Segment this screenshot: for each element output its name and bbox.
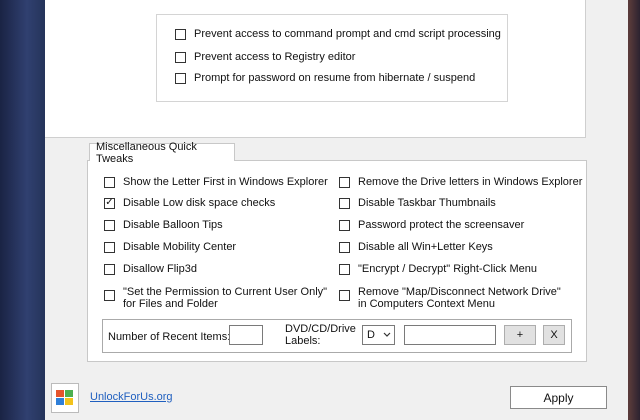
label-line: DVD/CD/Drive xyxy=(285,323,356,335)
label-line: for Files and Folder xyxy=(123,298,218,310)
recent-items-input[interactable] xyxy=(229,325,263,345)
recent-items-group: Number of Recent Items: DVD/CD/Drive Lab… xyxy=(102,319,572,353)
option-taskbar-thumbnails[interactable]: Disable Taskbar Thumbnails xyxy=(339,197,496,209)
option-label: Disable Taskbar Thumbnails xyxy=(358,197,496,209)
chevron-down-icon xyxy=(383,332,391,337)
option-label: "Set the Permission to Current User Only… xyxy=(123,286,327,310)
label-line: Remove "Map/Disconnect Network Drive" xyxy=(358,286,561,298)
recent-items-label: Number of Recent Items: xyxy=(108,331,231,343)
option-label: Disable Balloon Tips xyxy=(123,219,223,231)
checkbox[interactable] xyxy=(339,263,350,275)
remove-drive-label-button[interactable]: X xyxy=(543,325,565,345)
option-hibernate-password[interactable]: Prompt for password on resume from hiber… xyxy=(175,72,475,84)
checkbox[interactable] xyxy=(339,219,350,231)
checkbox[interactable] xyxy=(175,28,186,40)
drive-label-input[interactable] xyxy=(404,325,496,345)
tweaks-window: Prevent access to command prompt and cmd… xyxy=(45,0,628,420)
drive-labels-label: DVD/CD/Drive Labels: xyxy=(285,323,356,347)
misc-tweaks-panel: Show the Letter First in Windows Explore… xyxy=(87,160,587,362)
option-remove-drive-letters[interactable]: Remove the Drive letters in Windows Expl… xyxy=(339,176,582,188)
label-line: "Set the Permission to Current User Only… xyxy=(123,286,328,298)
option-map-network-drive[interactable]: Remove "Map/Disconnect Network Drive" in… xyxy=(339,286,561,310)
checkbox-checked[interactable]: ✓ xyxy=(104,197,115,209)
option-label: Password protect the screensaver xyxy=(358,219,525,231)
tab-misc-quick-tweaks[interactable]: Miscellaneous Quick Tweaks xyxy=(89,141,235,165)
option-label: Prevent access to command prompt and cmd… xyxy=(194,28,501,40)
checkbox[interactable] xyxy=(104,263,115,275)
option-encrypt-menu[interactable]: "Encrypt / Decrypt" Right-Click Menu xyxy=(339,263,537,275)
option-cmd-prompt[interactable]: Prevent access to command prompt and cmd… xyxy=(175,28,501,40)
drive-select[interactable]: D xyxy=(362,325,395,345)
checkbox[interactable] xyxy=(339,176,350,188)
tab-label: Miscellaneous Quick Tweaks xyxy=(96,140,197,165)
option-mobility-center[interactable]: Disable Mobility Center xyxy=(104,241,236,253)
checkbox[interactable] xyxy=(339,290,350,301)
option-label: Show the Letter First in Windows Explore… xyxy=(123,176,328,188)
label-line: in Computers Context Menu xyxy=(358,298,495,310)
option-flip3d[interactable]: Disallow Flip3d xyxy=(104,263,197,275)
windows-logo-icon xyxy=(56,390,73,405)
checkbox[interactable] xyxy=(339,197,350,209)
checkbox[interactable] xyxy=(104,219,115,231)
option-label: Prevent access to Registry editor xyxy=(194,51,356,63)
option-label: Prompt for password on resume from hiber… xyxy=(194,72,476,84)
option-label: Disable Low disk space checks xyxy=(123,197,276,209)
option-screensaver-password[interactable]: Password protect the screensaver xyxy=(339,219,524,231)
option-win-letter-keys[interactable]: Disable all Win+Letter Keys xyxy=(339,241,493,253)
drive-select-value: D xyxy=(367,329,375,341)
checkbox[interactable] xyxy=(104,176,115,188)
option-label: Remove the Drive letters in Windows Expl… xyxy=(358,176,583,188)
option-label: Disable Mobility Center xyxy=(123,241,237,253)
option-low-disk-checks[interactable]: ✓ Disable Low disk space checks xyxy=(104,197,275,209)
app-logo-icon xyxy=(51,383,79,413)
option-label: "Encrypt / Decrypt" Right-Click Menu xyxy=(358,263,537,275)
option-registry[interactable]: Prevent access to Registry editor xyxy=(175,51,355,63)
option-label: Disallow Flip3d xyxy=(123,263,197,275)
option-label: Disable all Win+Letter Keys xyxy=(358,241,493,253)
footer-bar: UnlockForUs.org Apply xyxy=(45,378,628,420)
option-balloon-tips[interactable]: Disable Balloon Tips xyxy=(104,219,223,231)
desktop-left-strip xyxy=(0,0,45,420)
option-letter-first[interactable]: Show the Letter First in Windows Explore… xyxy=(104,176,328,188)
add-drive-label-button[interactable]: + xyxy=(504,325,536,345)
checkbox[interactable] xyxy=(175,51,186,63)
checkbox[interactable] xyxy=(339,241,350,253)
checkbox[interactable] xyxy=(104,290,115,301)
website-link[interactable]: UnlockForUs.org xyxy=(90,391,173,403)
label-line: Labels: xyxy=(285,335,321,347)
checkbox[interactable] xyxy=(104,241,115,253)
security-panel: Prevent access to command prompt and cmd… xyxy=(45,0,586,138)
option-label: Remove "Map/Disconnect Network Drive" in… xyxy=(358,286,561,310)
checkbox[interactable] xyxy=(175,72,186,84)
option-current-user-permission[interactable]: "Set the Permission to Current User Only… xyxy=(104,286,327,310)
apply-button[interactable]: Apply xyxy=(510,386,607,409)
security-group: Prevent access to command prompt and cmd… xyxy=(156,14,508,102)
